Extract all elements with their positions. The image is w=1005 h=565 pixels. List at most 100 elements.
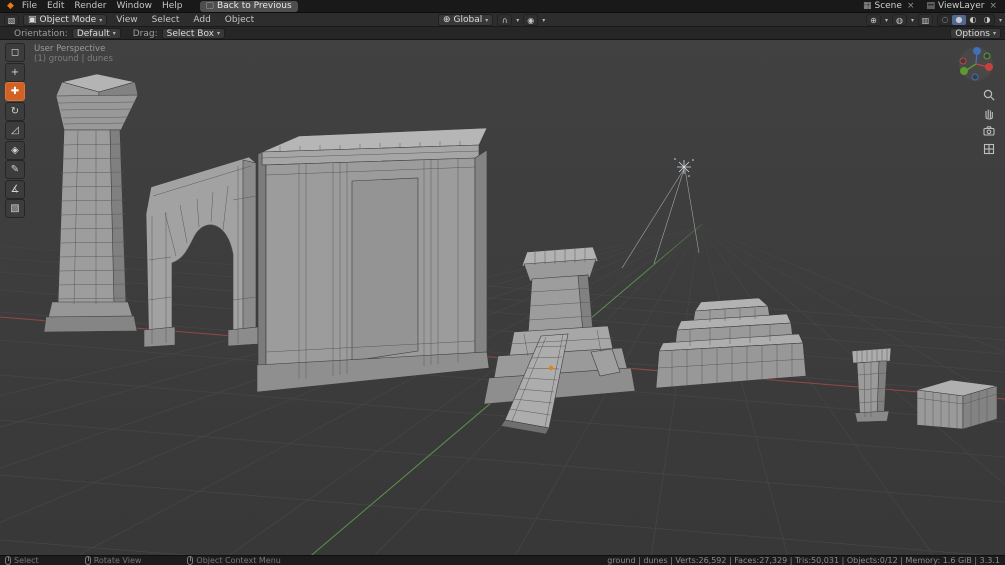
tool-select-box-button[interactable]: ◻: [5, 43, 25, 62]
viewlayer-unlink-button[interactable]: ×: [987, 1, 999, 11]
proportional-options-chevron[interactable]: ▾: [542, 17, 545, 24]
scene-selector[interactable]: ▦ Scene ×: [863, 1, 917, 11]
shading-options-chevron[interactable]: ▾: [999, 17, 1002, 24]
snap-options-chevron[interactable]: ▾: [516, 17, 519, 24]
blender-window: ◆ File Edit Render Window Help ▢ Back to…: [0, 0, 1005, 565]
model-monolith[interactable]: [257, 128, 489, 392]
menu-help[interactable]: Help: [157, 0, 188, 13]
tool-move-button[interactable]: ✚: [5, 82, 25, 101]
gizmo-neg-z-axis: [972, 74, 978, 80]
mouse-hint-context-menu: Object Context Menu: [187, 556, 280, 565]
camera-icon: [982, 124, 996, 138]
viewlayer-selector[interactable]: ▤ ViewLayer ×: [926, 1, 999, 11]
blender-logo-icon[interactable]: ◆: [4, 1, 17, 11]
menu-window[interactable]: Window: [111, 0, 157, 13]
orientation-label: Orientation:: [14, 29, 68, 39]
menu-file[interactable]: File: [17, 0, 42, 13]
mouse-middle-icon: [85, 556, 91, 565]
snap-toggle-button[interactable]: ∩: [497, 14, 512, 26]
grid-icon: [982, 142, 996, 156]
show-gizmo-button[interactable]: ⊕: [866, 14, 881, 26]
editor-type-button[interactable]: ▧: [4, 14, 19, 26]
orthographic-toggle-button[interactable]: [982, 142, 996, 156]
viewlayer-icon: ▤: [926, 1, 935, 11]
workspace-icon: ▢: [206, 1, 215, 12]
chevron-down-icon: ▾: [113, 30, 116, 37]
scene-statistics: ground | dunes | Verts:26,592 | Faces:27…: [607, 556, 1000, 565]
drag-dropdown[interactable]: Select Box ▾: [162, 28, 225, 39]
status-bar: Select Rotate View Object Context Menu g…: [0, 555, 1005, 565]
object-origin-dot: [549, 366, 553, 370]
chevron-down-icon: ▾: [993, 30, 996, 37]
gizmo-options-chevron[interactable]: ▾: [885, 17, 888, 24]
chevron-down-icon: ▾: [217, 30, 220, 37]
hand-icon: [982, 106, 996, 120]
shading-material-button[interactable]: ◐: [966, 15, 980, 25]
scene-unlink-button[interactable]: ×: [905, 1, 917, 11]
viewport-header: ▧ ▣ Object Mode ▾ View Select Add Object…: [0, 13, 1005, 27]
chevron-down-icon: ▾: [485, 17, 488, 24]
tool-scale-button[interactable]: ◿: [5, 121, 25, 140]
active-collection-label: (1) ground | dunes: [34, 54, 113, 64]
menu-select[interactable]: Select: [147, 14, 185, 27]
view-perspective-label: User Perspective: [34, 44, 105, 54]
solid-shading-icon: ●: [955, 15, 962, 24]
topbar: ◆ File Edit Render Window Help ▢ Back to…: [0, 0, 1005, 13]
gizmo-neg-x-axis: [960, 58, 966, 64]
viewport-3d[interactable]: [0, 0, 1005, 565]
shading-solid-button[interactable]: ●: [952, 15, 966, 25]
scene-icon: ▦: [863, 1, 872, 11]
xray-icon: ▥: [922, 16, 930, 25]
menu-render[interactable]: Render: [69, 0, 111, 13]
camera-view-button[interactable]: [982, 124, 996, 138]
wireframe-icon: ◌: [941, 15, 948, 24]
xray-toggle-button[interactable]: ▥: [918, 14, 933, 26]
mode-dropdown[interactable]: ▣ Object Mode ▾: [23, 14, 107, 26]
orientation-dropdown[interactable]: Default ▾: [72, 28, 121, 39]
drag-label: Drag:: [133, 29, 158, 39]
mouse-hint-select: Select: [5, 556, 39, 565]
editor-3d-viewport-icon: ▧: [8, 16, 16, 25]
gizmo-z-axis: [973, 47, 981, 55]
pan-button[interactable]: [982, 106, 996, 120]
gizmo-icon: ⊕: [870, 16, 877, 25]
tool-annotate-button[interactable]: ✎: [5, 160, 25, 179]
model-small-building[interactable]: [917, 380, 997, 429]
proportional-editing-icon: ◉: [527, 16, 534, 25]
tool-measure-button[interactable]: ∡: [5, 180, 25, 199]
navigation-gizmo[interactable]: [958, 46, 994, 85]
magnifier-icon: [982, 88, 996, 102]
menu-add[interactable]: Add: [188, 14, 215, 27]
options-button[interactable]: Options ▾: [950, 28, 1001, 39]
shading-wireframe-button[interactable]: ◌: [938, 15, 952, 25]
mouse-right-icon: [187, 556, 193, 565]
shading-rendered-button[interactable]: ◑: [980, 15, 994, 25]
overlays-options-chevron[interactable]: ▾: [911, 17, 914, 24]
globe-icon: ⊕: [443, 15, 451, 25]
menu-view[interactable]: View: [111, 14, 142, 27]
tool-cursor-button[interactable]: +: [5, 63, 25, 82]
gizmo-x-axis: [985, 63, 993, 71]
mouse-hint-rotate-view: Rotate View: [85, 556, 142, 565]
rendered-shading-icon: ◑: [983, 15, 990, 24]
material-preview-icon: ◐: [969, 15, 976, 24]
transform-orientation-dropdown[interactable]: ⊕ Global ▾: [438, 14, 493, 26]
menu-object[interactable]: Object: [220, 14, 259, 27]
tool-rotate-button[interactable]: ↻: [5, 102, 25, 121]
back-to-previous-button[interactable]: ▢ Back to Previous: [200, 1, 298, 12]
gizmo-y-axis: [960, 67, 968, 75]
gizmo-neg-y-axis: [984, 53, 990, 59]
zoom-button[interactable]: [982, 88, 996, 102]
object-mode-icon: ▣: [28, 15, 37, 25]
menu-edit[interactable]: Edit: [42, 0, 69, 13]
tool-transform-button[interactable]: ◈: [5, 141, 25, 160]
tool-settings-bar: Orientation: Default ▾ Drag: Select Box …: [0, 27, 1005, 40]
mouse-left-icon: [5, 556, 11, 565]
show-overlays-button[interactable]: ◍: [892, 14, 907, 26]
shading-mode-group: ◌ ● ◐ ◑: [937, 14, 995, 26]
magnet-icon: ∩: [502, 16, 508, 25]
overlays-icon: ◍: [896, 16, 903, 25]
proportional-editing-button[interactable]: ◉: [523, 14, 538, 26]
chevron-down-icon: ▾: [99, 17, 102, 24]
tool-add-cube-button[interactable]: ▧: [5, 199, 25, 218]
